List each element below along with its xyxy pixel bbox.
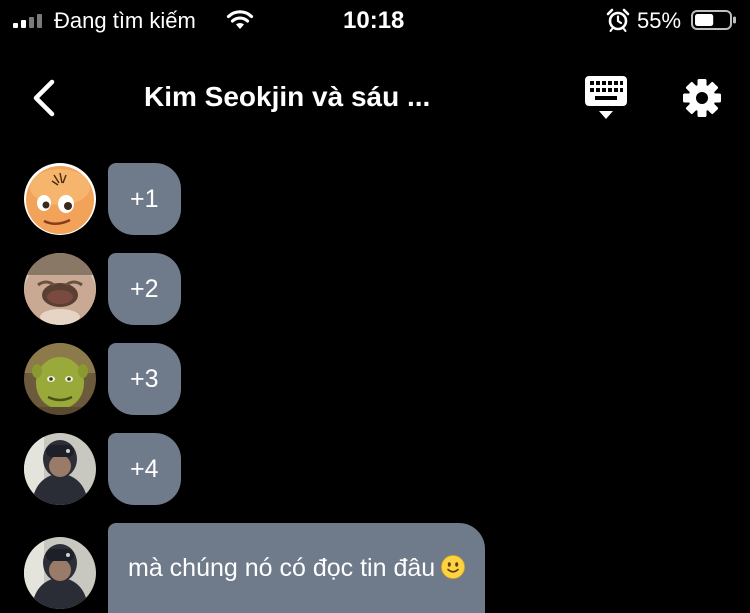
back-icon[interactable] — [30, 79, 58, 117]
gear-icon[interactable] — [682, 78, 722, 118]
battery-icon — [691, 10, 736, 30]
chat-title: Kim Seokjin và sáu ... — [144, 81, 431, 112]
keyboard-icon[interactable] — [585, 76, 627, 120]
battery-percent: 55% — [637, 8, 682, 33]
carrier-label: Đang tìm kiếm — [54, 8, 196, 33]
shrek-avatar[interactable] — [24, 343, 96, 415]
person-hood-avatar[interactable] — [24, 537, 96, 609]
message-bubble[interactable]: +1 — [108, 163, 181, 235]
wifi-icon — [226, 10, 254, 29]
message-bubble[interactable]: +2 — [108, 253, 181, 325]
status-bar: Đang tìm kiếm 10:18 55% — [0, 0, 750, 44]
message-text: mà chúng nó có đọc tin đâu — [128, 554, 436, 582]
signal-icon — [13, 14, 42, 28]
cartoon-face-avatar[interactable] — [24, 163, 96, 235]
slightly-smiling-face-emoji — [441, 555, 466, 579]
message-bubble[interactable]: +3 — [108, 343, 181, 415]
crying-face-avatar[interactable] — [24, 253, 96, 325]
message-bubble[interactable]: +4 — [108, 433, 181, 505]
message-bubble[interactable]: mà chúng nó có đọc tin đâu — [108, 523, 486, 613]
status-time: 10:18 — [343, 7, 405, 34]
nav-bar: Kim Seokjin và sáu ... — [0, 66, 750, 130]
person-hood-avatar[interactable] — [24, 433, 96, 505]
alarm-icon — [606, 8, 630, 32]
